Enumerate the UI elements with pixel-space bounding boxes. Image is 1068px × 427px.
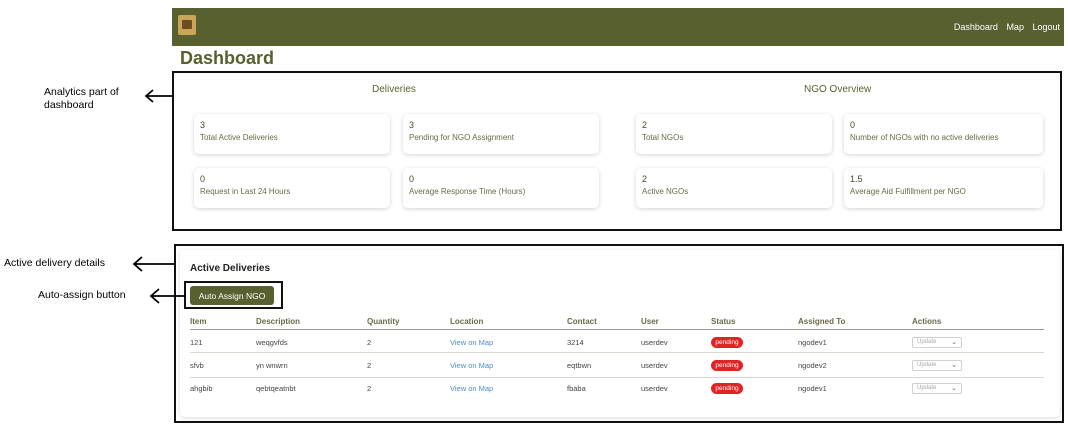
stat-label: Active NGOs: [642, 187, 689, 196]
auto-assign-ngo-button[interactable]: Auto Assign NGO: [190, 286, 274, 305]
chevron-down-icon: ⌄: [951, 339, 957, 346]
stat-value: 3: [409, 120, 415, 130]
stat-card-requests-24h: 0 Request in Last 24 Hours: [194, 168, 390, 208]
col-header-assigned-to: Assigned To: [798, 317, 846, 326]
update-select[interactable]: Update ⌄: [912, 383, 962, 394]
col-header-item: Item: [190, 317, 207, 326]
view-on-map-link[interactable]: View on Map: [450, 361, 493, 370]
stat-value: 0: [200, 174, 206, 184]
col-header-actions: Actions: [912, 317, 942, 326]
update-select-value: Update: [917, 362, 937, 368]
stat-value: 0: [850, 120, 856, 130]
update-select-value: Update: [917, 385, 937, 391]
active-deliveries-section: [174, 244, 1064, 423]
cell-item: ahgbib: [190, 384, 213, 393]
cell-user: userdev: [641, 384, 668, 393]
col-header-user: User: [641, 317, 659, 326]
update-select-value: Update: [917, 339, 937, 345]
stat-label: Total Active Deliveries: [200, 133, 278, 142]
stat-value: 2: [642, 174, 648, 184]
status-badge: pending: [711, 360, 743, 371]
stat-card-active-ngos: 2 Active NGOs: [636, 168, 832, 208]
cell-assigned-to: ngodev1: [798, 338, 827, 347]
stat-label: Request in Last 24 Hours: [200, 187, 291, 196]
col-header-contact: Contact: [567, 317, 597, 326]
page-title: Dashboard: [180, 48, 275, 68]
status-badge: pending: [711, 383, 743, 394]
update-select[interactable]: Update ⌄: [912, 360, 962, 371]
annotation-arrow-icon: [144, 89, 173, 103]
update-select[interactable]: Update ⌄: [912, 337, 962, 348]
top-navbar: Dashboard Map Logout: [172, 8, 1064, 46]
stat-label: Pending for NGO Assignment: [409, 133, 514, 142]
annotation-arrow-icon: [149, 288, 185, 304]
cell-user: userdev: [641, 338, 668, 347]
stat-label: Total NGOs: [642, 133, 684, 142]
annotation-analytics: Analytics part of dashboard: [44, 86, 119, 111]
header-divider: [190, 329, 1044, 330]
stat-card-avg-response: 0 Average Response Time (Hours): [403, 168, 599, 208]
ngo-overview-heading: NGO Overview: [804, 84, 872, 95]
row-divider: [190, 377, 1044, 378]
cell-quantity: 2: [367, 384, 372, 393]
col-header-status: Status: [711, 317, 736, 326]
col-header-location: Location: [450, 317, 484, 326]
chevron-down-icon: ⌄: [951, 362, 957, 369]
stat-label: Number of NGOs with no active deliveries: [850, 133, 999, 142]
col-header-description: Description: [256, 317, 301, 326]
annotation-active-details: Active delivery details: [4, 257, 105, 269]
stat-value: 3: [200, 120, 206, 130]
cell-user: userdev: [641, 361, 668, 370]
stat-card-avg-fulfillment: 1.5 Average Aid Fulfillment per NGO: [844, 168, 1043, 208]
stat-card-total-active: 3 Total Active Deliveries: [194, 114, 390, 154]
nav-link-map[interactable]: Map: [1006, 22, 1024, 32]
view-on-map-link[interactable]: View on Map: [450, 384, 493, 393]
deliveries-heading: Deliveries: [372, 84, 416, 95]
active-deliveries-title: Active Deliveries: [190, 263, 271, 274]
stat-label: Average Aid Fulfillment per NGO: [850, 187, 966, 196]
cell-contact: eqtbwn: [567, 361, 592, 370]
stat-card-total-ngos: 2 Total NGOs: [636, 114, 832, 154]
cell-assigned-to: ngodev2: [798, 361, 827, 370]
app-logo-icon[interactable]: [178, 15, 196, 35]
chevron-down-icon: ⌄: [951, 385, 957, 392]
cell-quantity: 2: [367, 338, 372, 347]
annotation-arrow-icon: [132, 256, 174, 272]
cell-description: yn wnwrn: [256, 361, 288, 370]
cell-item: sfvb: [190, 361, 204, 370]
cell-contact: fbaba: [567, 384, 586, 393]
nav-links: Dashboard Map Logout: [948, 22, 1060, 32]
nav-link-logout[interactable]: Logout: [1032, 22, 1060, 32]
annotation-auto-assign: Auto-assign button: [38, 289, 126, 301]
cell-item: 121: [190, 338, 203, 347]
col-header-quantity: Quantity: [367, 317, 400, 326]
cell-description: weqgvfds: [256, 338, 288, 347]
cell-quantity: 2: [367, 361, 372, 370]
row-divider: [190, 352, 1044, 353]
stat-value: 2: [642, 120, 648, 130]
stat-card-ngos-no-deliveries: 0 Number of NGOs with no active deliveri…: [844, 114, 1043, 154]
stat-label: Average Response Time (Hours): [409, 187, 526, 196]
cell-contact: 3214: [567, 338, 584, 347]
nav-link-dashboard[interactable]: Dashboard: [954, 22, 998, 32]
stat-value: 1.5: [850, 174, 863, 184]
cell-description: qebtqeatnbt: [256, 384, 296, 393]
stat-value: 0: [409, 174, 415, 184]
status-badge: pending: [711, 337, 743, 348]
cell-assigned-to: ngodev1: [798, 384, 827, 393]
view-on-map-link[interactable]: View on Map: [450, 338, 493, 347]
stat-card-pending-assignment: 3 Pending for NGO Assignment: [403, 114, 599, 154]
